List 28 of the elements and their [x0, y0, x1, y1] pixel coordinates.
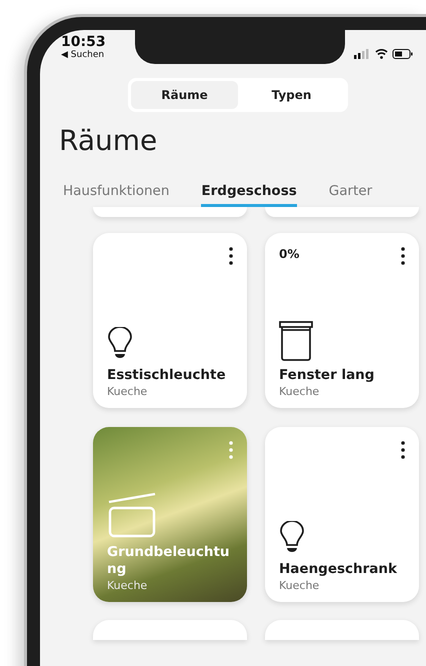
segment-tab[interactable]: Typen — [238, 81, 345, 109]
room-name: Kueche — [107, 579, 148, 592]
more-options-icon[interactable] — [229, 247, 233, 265]
status-icons — [354, 48, 414, 60]
device-card[interactable]: 0% Fenster lang Kueche — [265, 233, 419, 408]
floor-tab[interactable]: Hausfunktionen — [63, 183, 170, 207]
device-value: 0% — [279, 247, 300, 261]
more-options-icon[interactable] — [401, 247, 405, 265]
page-title: Räume — [59, 124, 158, 157]
more-options-icon[interactable] — [401, 441, 405, 459]
device-name: Haengeschrank — [279, 561, 398, 578]
room-name: Kueche — [279, 579, 320, 592]
device-name: Grundbeleuchtung — [107, 544, 231, 578]
floor-tab[interactable]: Garter — [328, 183, 372, 207]
bulb-icon — [107, 327, 133, 361]
device-card[interactable]: Haengeschrank Kueche — [265, 427, 419, 602]
device-name: Fenster lang — [279, 367, 376, 384]
bulb-icon — [279, 521, 305, 555]
back-link[interactable]: ◀ Suchen — [61, 50, 106, 60]
device-name: Esstischleuchte — [107, 367, 227, 384]
room-name: Kueche — [279, 385, 320, 398]
status-time: 10:53 — [61, 34, 106, 50]
photo-device-card[interactable]: Grundbeleuchtung Kueche — [93, 427, 247, 602]
open-box-icon — [107, 492, 157, 538]
segment-tab[interactable]: Räume — [131, 81, 238, 109]
room-name: Kueche — [107, 385, 148, 398]
device-card[interactable]: Esstischleuchte Kueche — [93, 233, 247, 408]
window-blind-icon — [279, 321, 313, 361]
